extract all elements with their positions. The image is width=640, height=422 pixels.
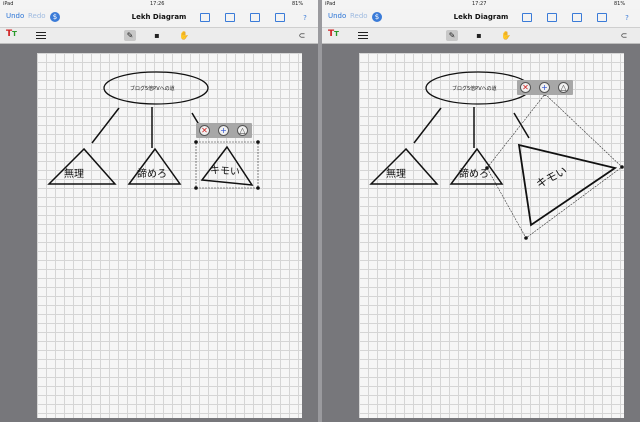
triangle-label: 無理 — [64, 169, 84, 180]
folder-icon[interactable] — [522, 13, 532, 22]
navigation-bar: Undo Redo $ Lekh Diagram ? — [0, 9, 318, 28]
paperclip-icon[interactable]: ⊂ — [618, 30, 630, 41]
document-icon[interactable] — [275, 13, 285, 22]
carrier-label: iPad — [3, 1, 14, 7]
triangle-label: 無理 — [386, 169, 406, 180]
oval-label: ブログ5倍PVへの道 — [452, 86, 497, 92]
selection-handle — [524, 236, 528, 240]
clock: 17:27 — [472, 1, 487, 7]
text-tool-icon[interactable]: TT — [6, 29, 17, 39]
triangle-label: 諦めろ — [137, 169, 167, 180]
help-button[interactable]: ? — [622, 13, 632, 22]
pen-icon[interactable]: ✎ — [124, 30, 136, 41]
navigation-bar: Undo Redo $ Lekh Diagram ? — [322, 9, 640, 28]
shape-control-strip: ✕ + △ — [196, 123, 252, 138]
hand-icon[interactable]: ✋ — [500, 30, 512, 41]
battery-label: 81% — [292, 1, 304, 7]
paperclip-icon[interactable]: ⊂ — [296, 30, 308, 41]
oval-label: ブログ5倍PVへの道 — [130, 86, 175, 92]
clock: 17:26 — [150, 1, 165, 7]
carrier-label: iPad — [325, 1, 336, 7]
grid-icon[interactable] — [547, 13, 557, 22]
share-icon[interactable] — [572, 13, 582, 22]
selection-handle — [194, 186, 198, 190]
palette-icon[interactable]: ▪ — [151, 30, 163, 41]
triangle-shape — [517, 143, 618, 227]
app-title: Lekh Diagram — [453, 13, 509, 21]
selection-handle — [256, 186, 260, 190]
menu-icon[interactable] — [358, 32, 368, 39]
right-screenshot: iPad 17:27 81% Undo Redo $ Lekh Diagram … — [322, 0, 640, 422]
selection-handle — [620, 165, 624, 169]
shape-control-strip: ✕ + △ — [517, 80, 573, 95]
grid-icon[interactable] — [225, 13, 235, 22]
drawing-canvas[interactable]: ブログ5倍PVへの道 無理 諦めろ キモい ✕ + △ — [37, 53, 302, 418]
branch-line — [513, 112, 530, 139]
pen-icon[interactable]: ✎ — [446, 30, 458, 41]
text-tool-icon[interactable]: TT — [328, 29, 339, 39]
diagram-strokes — [47, 71, 260, 190]
triangle-icon[interactable]: △ — [558, 82, 569, 93]
tool-bar: TT ✎ ▪ ✋ ⊂ — [0, 28, 318, 44]
status-bar: iPad 17:27 81% — [322, 0, 640, 9]
triangle-label: キモい — [209, 164, 241, 179]
drawing-canvas[interactable]: ブログ5倍PVへの道 無理 諦めろ キモい ✕ + △ — [359, 53, 624, 418]
text-tool-t2: T — [334, 30, 339, 38]
add-icon[interactable]: + — [539, 82, 550, 93]
selection-handle — [256, 140, 260, 144]
delete-icon[interactable]: ✕ — [199, 125, 210, 136]
app-title: Lekh Diagram — [131, 13, 187, 21]
triangle-label: 諦めろ — [459, 169, 489, 180]
menu-icon[interactable] — [36, 32, 46, 39]
hand-icon[interactable]: ✋ — [178, 30, 190, 41]
share-icon[interactable] — [250, 13, 260, 22]
left-screenshot: iPad 17:26 81% Undo Redo $ Lekh Diagram … — [0, 0, 318, 422]
branch-line — [91, 107, 120, 144]
branch-line — [413, 107, 442, 144]
delete-icon[interactable]: ✕ — [520, 82, 531, 93]
selection-handle — [194, 140, 198, 144]
text-tool-t2: T — [12, 30, 17, 38]
status-bar: iPad 17:26 81% — [0, 0, 318, 9]
folder-icon[interactable] — [200, 13, 210, 22]
triangle-icon[interactable]: △ — [237, 125, 248, 136]
diagram-strokes — [369, 71, 624, 240]
tool-bar: TT ✎ ▪ ✋ ⊂ — [322, 28, 640, 44]
palette-icon[interactable]: ▪ — [473, 30, 485, 41]
battery-label: 81% — [614, 1, 626, 7]
document-icon[interactable] — [597, 13, 607, 22]
add-icon[interactable]: + — [218, 125, 229, 136]
help-button[interactable]: ? — [300, 13, 310, 22]
